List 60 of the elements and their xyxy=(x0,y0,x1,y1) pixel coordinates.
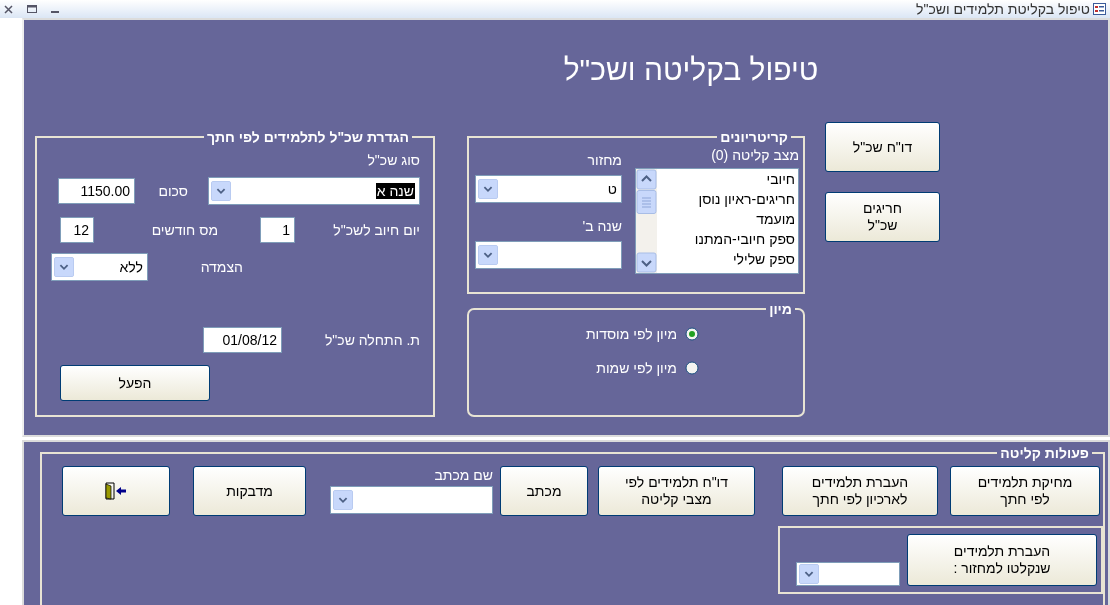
field-label: שם מכתב xyxy=(433,466,493,485)
dropdown-field[interactable] xyxy=(330,486,493,514)
form-title: טיפול בקליטה ושכ"ל xyxy=(562,52,820,88)
dropdown-field[interactable]: ט xyxy=(475,175,622,203)
field-label: הצמדה xyxy=(199,257,243,277)
radio-button[interactable] xyxy=(685,361,699,375)
dropdown-arrow-icon xyxy=(211,181,231,201)
dropdown-arrow-icon xyxy=(799,564,819,584)
radio-label: מיון לפי שמות xyxy=(596,358,677,378)
report-button[interactable]: דו"ח שכ"ל xyxy=(825,122,940,172)
list-item[interactable]: מועמד xyxy=(657,209,795,229)
dropdown-arrow-icon xyxy=(478,179,498,199)
field-label: מס חודשים xyxy=(150,220,218,240)
dropdown-arrow-icon xyxy=(333,490,353,510)
input-field[interactable]: 1 xyxy=(260,217,295,243)
action-button[interactable]: מדבקות xyxy=(193,466,306,516)
group-title: פעולות קליטה xyxy=(999,446,1090,460)
action-button[interactable]: מכתב xyxy=(500,466,588,516)
field-label: יום חיוב לשכ"ל xyxy=(332,220,420,240)
radio-button[interactable] xyxy=(685,327,699,341)
window-title: טיפול בקליטת תלמידים ושכ"ל xyxy=(916,0,1090,19)
input-field[interactable]: 1150.00 xyxy=(58,178,135,204)
scroll-up-icon[interactable] xyxy=(636,169,657,190)
scrollbar[interactable] xyxy=(636,169,657,273)
list-item[interactable]: ספק חיובי-המתנו xyxy=(657,229,795,249)
dropdown-field[interactable] xyxy=(796,562,900,586)
input-field[interactable]: 12 xyxy=(60,217,94,243)
group-title: מיון xyxy=(768,302,793,316)
action-button[interactable]: העברת תלמידים לארכיון לפי חתך xyxy=(782,466,938,516)
action-button[interactable]: דו"ח תלמידים לפי מצבי קליטה xyxy=(598,466,755,516)
transfer-button[interactable]: העברת תלמידים שנקלטו למחזור : xyxy=(907,534,1097,586)
exit-button[interactable] xyxy=(62,466,170,516)
scroll-thumb-icon[interactable] xyxy=(636,190,657,214)
run-button[interactable]: הפעל xyxy=(60,365,210,401)
action-button[interactable]: מחיקת תלמידים לפי חתך xyxy=(950,466,1100,516)
status-list[interactable]: חיובי חריגים-ראיון נוסן מועמד ספק חיובי-המתנו ספק שלילי xyxy=(635,168,799,274)
restore-icon[interactable] xyxy=(27,4,37,13)
close-icon[interactable] xyxy=(4,4,13,14)
dropdown-field[interactable]: ללא xyxy=(51,253,148,281)
dropdown-arrow-icon xyxy=(478,245,498,265)
dropdown-field[interactable]: שנה א xyxy=(208,177,420,205)
field-label: סוג שכ"ל xyxy=(367,151,420,170)
dropdown-arrow-icon xyxy=(54,257,74,277)
field-label: מצב קליטה (0) xyxy=(710,146,799,165)
field-label: מחזור xyxy=(586,151,622,170)
radio-label: מיון לפי מוסדות xyxy=(585,324,677,344)
dropdown-field[interactable] xyxy=(475,241,622,269)
group-title: קריטריונים xyxy=(719,130,789,144)
input-field[interactable]: 01/08/12 xyxy=(203,327,282,353)
exit-door-icon xyxy=(104,482,128,501)
form-icon xyxy=(1093,3,1106,15)
scroll-down-icon[interactable] xyxy=(636,252,657,273)
field-label: שנה ב' xyxy=(581,217,622,236)
list-item[interactable]: חריגים-ראיון נוסן xyxy=(657,189,795,209)
field-label: סכום xyxy=(157,181,188,201)
report-button[interactable]: חריגים שכ"ל xyxy=(825,192,940,242)
list-item[interactable]: חיובי xyxy=(657,169,795,189)
field-label: ת. התחלה שכ"ל xyxy=(323,330,420,350)
group-title: הגדרת שכ"ל לתלמידים לפי חתך xyxy=(206,130,410,144)
list-item[interactable]: ספק שלילי xyxy=(657,249,795,269)
